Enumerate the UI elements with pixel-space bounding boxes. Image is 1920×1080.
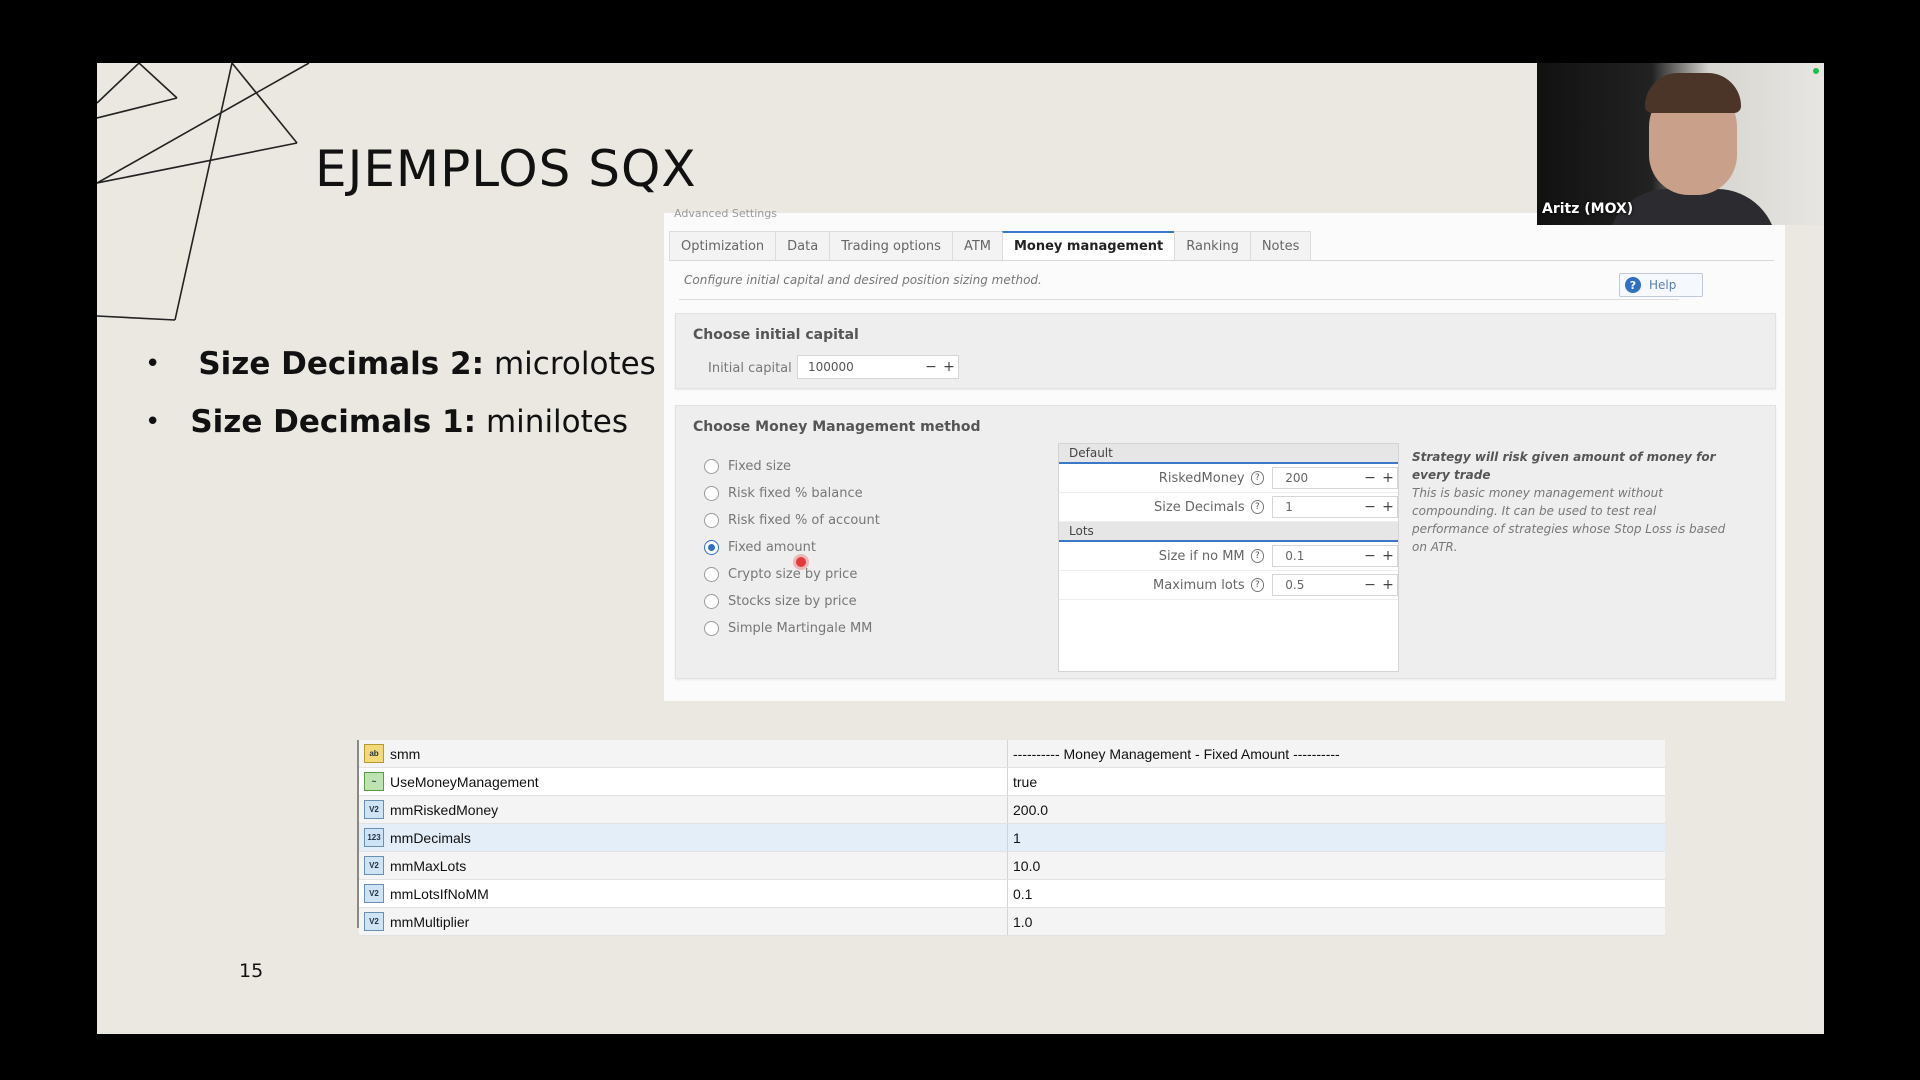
tab-optimization[interactable]: Optimization	[669, 231, 777, 260]
sqx-settings-panel: Advanced Settings Optimization Data Trad…	[664, 207, 1785, 701]
bullet-text: minilotes	[485, 404, 629, 440]
cut-header-text: Advanced Settings	[674, 207, 777, 220]
param-risked-money: RiskedMoney ? 200− +	[1059, 464, 1399, 493]
radio-fixed-size[interactable]: Fixed size	[704, 453, 880, 480]
settings-subtitle: Configure initial capital and desired po…	[684, 273, 1042, 287]
page-number: 15	[239, 960, 264, 982]
increment-button[interactable]: +	[1379, 499, 1397, 515]
decrement-button[interactable]: −	[922, 359, 940, 375]
decorative-lines	[97, 63, 310, 321]
tab-trading-options[interactable]: Trading options	[829, 231, 953, 260]
radio-crypto-size[interactable]: Crypto size by price	[704, 561, 880, 588]
size-decimals-input[interactable]: 1− +	[1272, 496, 1399, 518]
description-headline: Strategy will risk given amount of money…	[1412, 450, 1716, 482]
maximum-lots-input[interactable]: 0.5− +	[1272, 574, 1399, 596]
tab-notes[interactable]: Notes	[1249, 231, 1312, 260]
table-row[interactable]: ~ UseMoneyManagement true	[359, 768, 1665, 796]
radio-risk-fixed-balance[interactable]: Risk fixed % balance	[704, 480, 880, 507]
live-indicator-icon	[1813, 68, 1819, 74]
group-header-default: Default	[1059, 444, 1398, 464]
initial-capital-section: Choose initial capital Initial capital 1…	[675, 313, 1776, 389]
help-label: Help	[1649, 278, 1677, 292]
mm-method-radio-group: Fixed size Risk fixed % balance Risk fix…	[704, 453, 880, 642]
mouse-cursor-indicator	[796, 557, 806, 567]
increment-button[interactable]: +	[940, 359, 958, 375]
group-header-lots: Lots	[1059, 522, 1398, 542]
help-icon[interactable]: ?	[1250, 500, 1265, 514]
param-maximum-lots: Maximum lots ? 0.5− +	[1059, 571, 1399, 600]
webcam-overlay: Aritz (MOX)	[1537, 63, 1824, 225]
risked-money-input[interactable]: 200− +	[1272, 467, 1399, 489]
size-if-no-mm-input[interactable]: 0.1− +	[1272, 545, 1399, 567]
slide-title: EJEMPLOS SQX	[315, 140, 697, 198]
question-icon: ?	[1625, 277, 1641, 293]
radio-simple-martingale[interactable]: Simple Martingale MM	[704, 615, 880, 642]
radio-stocks-size[interactable]: Stocks size by price	[704, 588, 880, 615]
parameters-panel: Default RiskedMoney ? 200− + Size Decimal…	[1058, 443, 1399, 672]
method-description: Strategy will risk given amount of money…	[1412, 448, 1732, 556]
help-icon[interactable]: ?	[1250, 578, 1265, 592]
bool-type-icon: ~	[364, 772, 384, 791]
divider	[679, 299, 1679, 300]
radio-fixed-amount[interactable]: Fixed amount	[704, 534, 880, 561]
description-body: This is basic money management without c…	[1412, 486, 1726, 554]
bullet-text: microlotes	[493, 346, 656, 382]
help-icon[interactable]: ?	[1250, 471, 1265, 485]
bullet-bold: Size Decimals 2:	[198, 346, 484, 382]
money-management-method-section: Choose Money Management method Fixed siz…	[675, 405, 1776, 679]
param-size-decimals: Size Decimals ? 1− +	[1059, 493, 1399, 522]
initial-capital-label: Initial capital	[708, 361, 792, 376]
bullet-item: • Size Decimals 1: minilotes	[145, 404, 629, 440]
decrement-button[interactable]: −	[1361, 548, 1379, 564]
decrement-button[interactable]: −	[1361, 499, 1379, 515]
increment-button[interactable]: +	[1379, 577, 1397, 593]
table-row[interactable]: 123 mmDecimals 1	[359, 824, 1665, 852]
initial-capital-value[interactable]: 100000	[798, 360, 922, 374]
table-row[interactable]: ab smm ---------- Money Management - Fixe…	[359, 740, 1665, 768]
table-row[interactable]: V2 mmRiskedMoney 200.0	[359, 796, 1665, 824]
table-row[interactable]: V2 mmLotsIfNoMM 0.1	[359, 880, 1665, 908]
param-size-if-no-mm: Size if no MM ? 0.1− +	[1059, 542, 1399, 571]
settings-tabs: Optimization Data Trading options ATM Mo…	[669, 231, 1774, 261]
decrement-button[interactable]: −	[1361, 577, 1379, 593]
double-type-icon: V2	[364, 912, 384, 931]
mt4-inputs-table: ab smm ---------- Money Management - Fixe…	[357, 740, 1665, 936]
integer-type-icon: 123	[364, 828, 384, 847]
bullet-bold: Size Decimals 1:	[190, 404, 476, 440]
bullet-list: • Size Decimals 2: microlotes • Size Dec…	[145, 346, 656, 462]
presenter-hair	[1645, 73, 1741, 113]
tab-data[interactable]: Data	[775, 231, 831, 260]
participant-name: Aritz (MOX)	[1542, 201, 1634, 217]
decrement-button[interactable]: −	[1361, 470, 1379, 486]
table-row[interactable]: V2 mmMultiplier 1.0	[359, 908, 1665, 936]
section-title: Choose Money Management method	[693, 419, 981, 435]
bullet-item: • Size Decimals 2: microlotes	[145, 346, 656, 382]
double-type-icon: V2	[364, 856, 384, 875]
double-type-icon: V2	[364, 800, 384, 819]
string-type-icon: ab	[364, 744, 384, 763]
initial-capital-input[interactable]: 100000 − +	[797, 355, 959, 379]
tab-atm[interactable]: ATM	[951, 231, 1003, 260]
double-type-icon: V2	[364, 884, 384, 903]
table-row[interactable]: V2 mmMaxLots 10.0	[359, 852, 1665, 880]
increment-button[interactable]: +	[1379, 548, 1397, 564]
tab-ranking[interactable]: Ranking	[1174, 231, 1251, 260]
section-title: Choose initial capital	[693, 327, 859, 343]
help-icon[interactable]: ?	[1250, 549, 1265, 563]
radio-risk-fixed-account[interactable]: Risk fixed % of account	[704, 507, 880, 534]
tab-money-management[interactable]: Money management	[1001, 231, 1176, 260]
help-button[interactable]: ? Help	[1619, 273, 1703, 297]
increment-button[interactable]: +	[1379, 470, 1397, 486]
